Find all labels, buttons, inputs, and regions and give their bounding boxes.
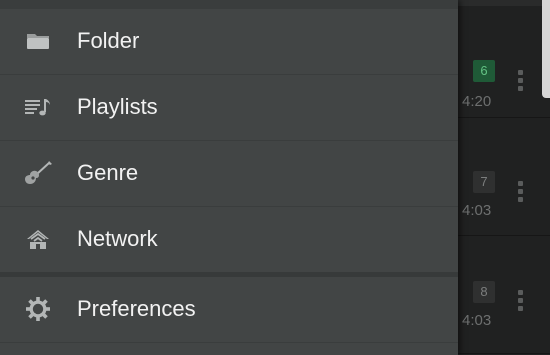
overflow-menu-icon[interactable] [515,70,525,96]
track-number-badge: 6 [473,60,495,82]
guitar-icon [24,159,52,187]
drawer-item-preferences[interactable]: Preferences [0,277,458,341]
track-number-badge: 8 [473,281,495,303]
overflow-menu-icon[interactable] [515,181,525,207]
track-duration: 4:03 [462,202,492,219]
overflow-menu-icon[interactable] [515,290,525,316]
drawer-item-label: Folder [77,28,140,53]
scrollbar-thumb[interactable] [542,0,550,98]
drawer-top-edge [0,0,458,9]
drawer-item-playlists[interactable]: Playlists [0,75,458,139]
navigation-drawer: Folder Playlists Genre Network Preferenc… [0,0,458,355]
track-number-badge: 7 [473,171,495,193]
drawer-item-label: Genre [77,160,139,185]
network-icon [24,225,52,253]
gear-icon [24,295,52,323]
playlist-icon [24,93,52,121]
drawer-item-label: Playlists [77,94,158,119]
divider [0,342,458,343]
folder-icon [24,27,52,55]
drawer-item-label: Network [77,226,158,251]
drawer-item-genre[interactable]: Genre [0,141,458,205]
drawer-item-label: Preferences [77,296,196,321]
drawer-item-folder[interactable]: Folder [0,9,458,73]
track-duration: 4:20 [462,93,492,110]
drawer-item-network[interactable]: Network [0,207,458,271]
track-duration: 4:03 [462,312,492,329]
